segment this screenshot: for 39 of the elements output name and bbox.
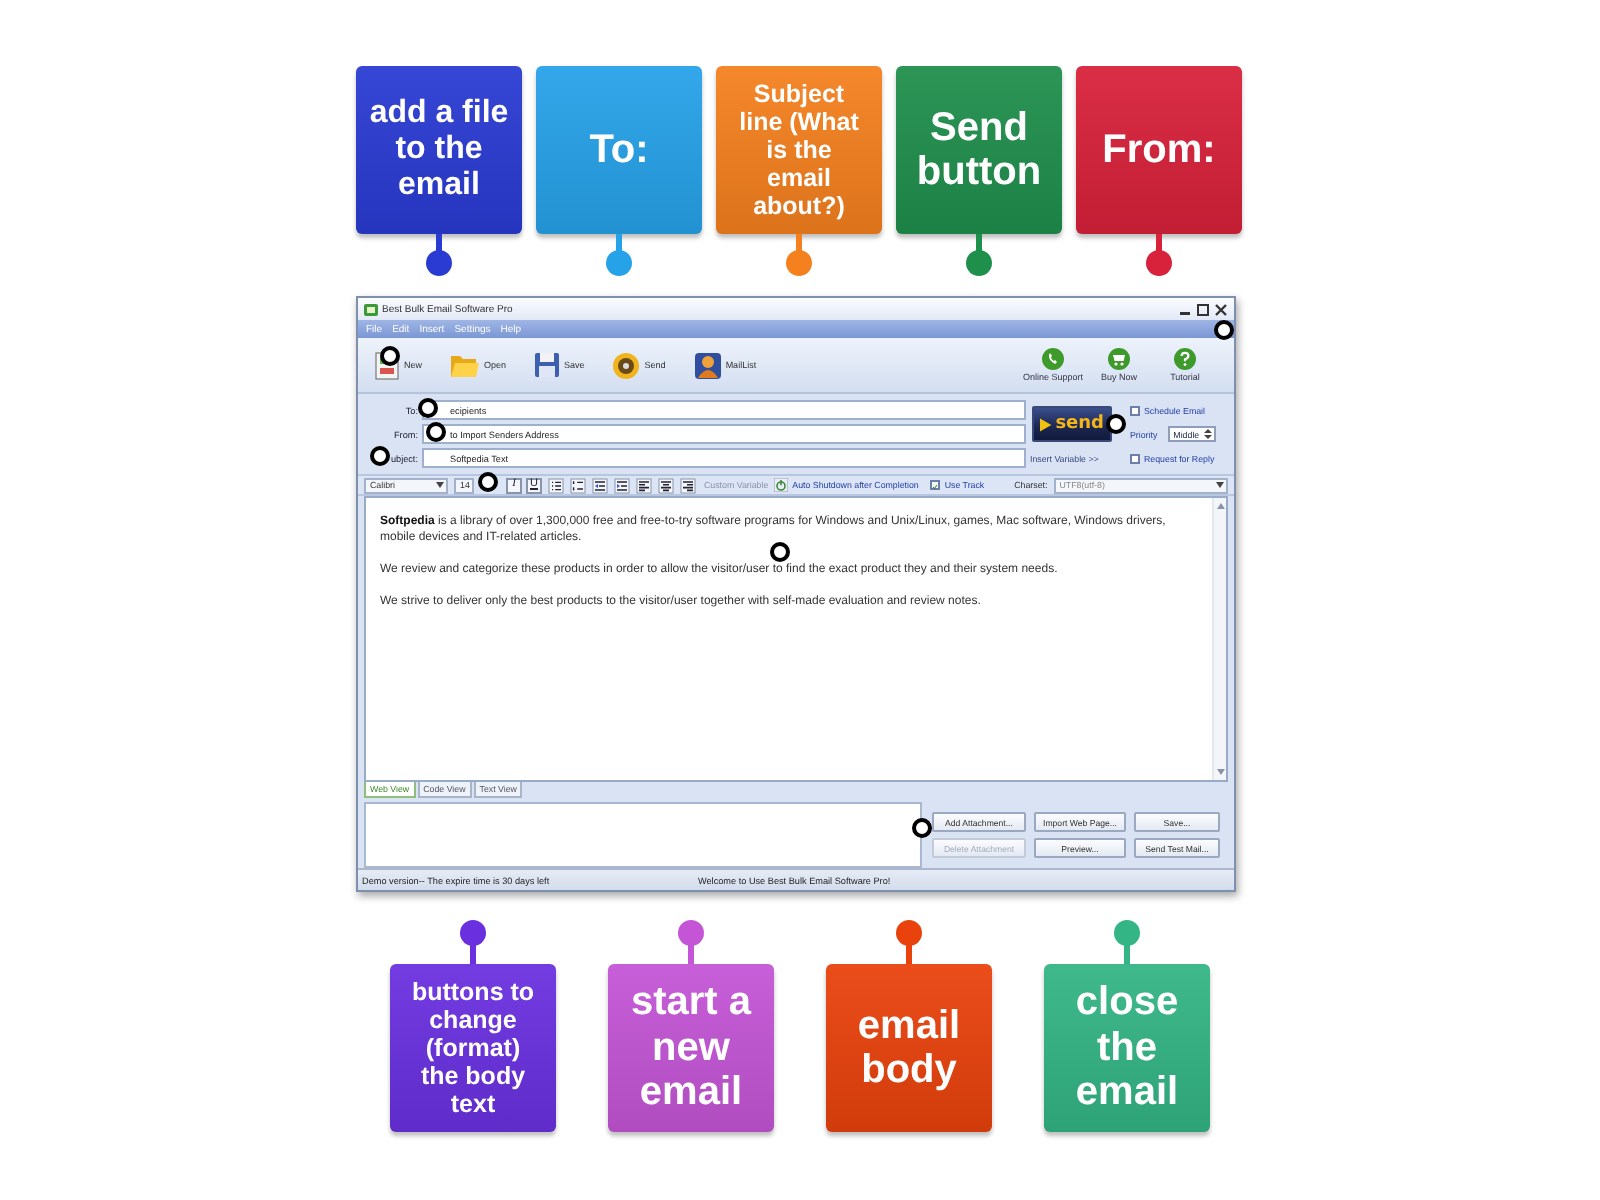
numbered-list-icon[interactable] (570, 477, 586, 493)
caret-icon (436, 482, 444, 488)
cart-icon[interactable] (1108, 348, 1130, 370)
label-tile[interactable]: buttons to change (format) the body text (390, 964, 556, 1132)
disc-icon[interactable] (612, 351, 641, 379)
checkbox[interactable] (930, 480, 941, 490)
caret-icon (1216, 482, 1224, 488)
align-left-icon[interactable] (636, 477, 652, 493)
marker-icon[interactable] (478, 472, 498, 492)
label-tile[interactable]: From: (1076, 66, 1242, 234)
phone-icon[interactable] (1042, 348, 1064, 370)
power-icon[interactable] (774, 478, 789, 492)
checkbox[interactable] (1130, 405, 1140, 415)
align-right-icon[interactable] (680, 477, 696, 493)
marker-icon[interactable] (1106, 414, 1126, 434)
bullet-list-icon[interactable] (548, 477, 564, 493)
scroll-down-icon[interactable] (1215, 768, 1225, 776)
label-tile[interactable]: email body (826, 964, 992, 1132)
scroll-up-icon[interactable] (1215, 502, 1225, 510)
app-icon (364, 303, 378, 315)
checkbox[interactable] (1130, 453, 1140, 463)
indent-icon[interactable] (614, 477, 630, 493)
label-tile[interactable]: start a new email (608, 964, 774, 1132)
maximize-icon[interactable] (1196, 303, 1210, 315)
marker-icon[interactable] (426, 422, 446, 442)
spinner-icon (1203, 428, 1212, 440)
play-icon (1040, 415, 1052, 433)
send-button[interactable]: send (1032, 406, 1112, 442)
outdent-icon[interactable] (592, 477, 608, 493)
marker-icon[interactable] (912, 818, 932, 838)
marker-icon[interactable] (370, 446, 390, 466)
label-tile[interactable]: Send button (896, 66, 1062, 234)
scrollbar[interactable] (1212, 498, 1226, 780)
marker-icon[interactable] (418, 398, 438, 418)
person-icon[interactable] (693, 351, 722, 379)
close-icon[interactable] (1214, 303, 1228, 315)
align-center-icon[interactable] (658, 477, 674, 493)
help-icon[interactable] (1174, 348, 1196, 370)
label-tile[interactable]: add a file to the email (356, 66, 522, 234)
